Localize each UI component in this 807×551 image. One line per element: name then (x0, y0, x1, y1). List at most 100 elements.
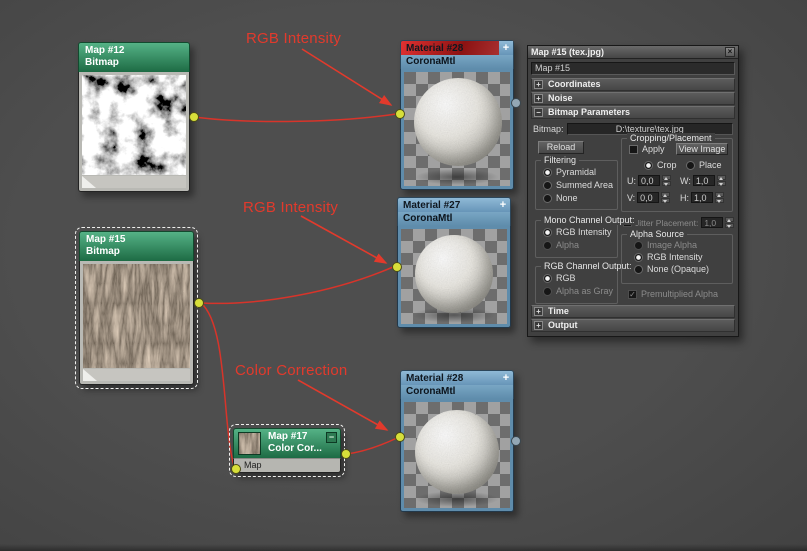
material28-bottom-input-socket[interactable] (395, 432, 405, 442)
panel-titlebar[interactable]: Map #15 (tex.jpg) × (528, 46, 738, 59)
spin-up-icon[interactable] (662, 175, 671, 180)
node-material27-header[interactable]: Material #27 + (397, 197, 511, 212)
mono-rgb-intensity-label: RGB Intensity (556, 227, 612, 237)
rollout-coordinates[interactable]: + Coordinates (531, 78, 735, 91)
radio-icon[interactable] (543, 228, 552, 237)
node-material27[interactable]: Material #27 + CoronaMtl (397, 197, 511, 328)
alpha-as-gray-label: Alpha as Gray (556, 286, 613, 296)
checkbox-icon[interactable] (629, 145, 638, 154)
wire-map15-to-map17[interactable] (201, 303, 234, 466)
wire-map12-to-material28-top[interactable] (194, 114, 396, 122)
none-filter-radio[interactable]: None (543, 193, 578, 203)
material28-top-input-socket[interactable] (395, 109, 405, 119)
jitter-value[interactable]: 1,0 (701, 217, 723, 228)
material28-top-output-socket[interactable] (511, 98, 521, 108)
mono-alpha-radio[interactable]: Alpha (543, 240, 579, 250)
reload-button[interactable]: Reload (538, 141, 584, 154)
radio-icon[interactable] (543, 181, 552, 190)
expand-button[interactable]: + (496, 198, 510, 212)
rollout-noise[interactable]: + Noise (531, 92, 735, 105)
spin-down-icon[interactable] (661, 198, 670, 203)
rollout-bitmap-parameters[interactable]: − Bitmap Parameters (531, 106, 735, 119)
v-spinner[interactable]: V: 0,0 (627, 192, 670, 203)
u-value[interactable]: 0,0 (638, 175, 660, 186)
mono-rgb-intensity-radio[interactable]: RGB Intensity (543, 227, 612, 237)
node-map15-header[interactable]: Map #15 Bitmap (79, 231, 194, 261)
map-name-field[interactable]: Map #15 (531, 62, 735, 75)
expand-button[interactable]: + (499, 371, 513, 385)
map15-output-socket[interactable] (194, 298, 204, 308)
expand-button[interactable]: + (499, 41, 513, 55)
material27-input-socket[interactable] (392, 262, 402, 272)
node-map12-preview (78, 72, 190, 192)
u-spinner[interactable]: U: 0,0 (627, 175, 671, 186)
node-map17[interactable]: Map #17 Color Cor... − Map (233, 428, 341, 473)
w-spinner[interactable]: W: 1,0 (680, 175, 726, 186)
close-icon[interactable]: × (725, 47, 735, 57)
spin-down-icon[interactable] (715, 198, 724, 203)
map17-output-socket[interactable] (341, 449, 351, 459)
material28-bottom-output-socket[interactable] (511, 436, 521, 446)
node-material28-bottom-header[interactable]: Material #28 + (400, 370, 514, 385)
w-value[interactable]: 1,0 (693, 175, 715, 186)
map-input-slot[interactable]: Map (233, 458, 341, 473)
color-correction-thumbnail (238, 432, 261, 455)
radio-icon[interactable] (686, 161, 695, 170)
spin-up-icon[interactable] (717, 175, 726, 180)
rollout-time[interactable]: + Time (531, 305, 735, 318)
none-opaque-radio[interactable]: None (Opaque) (634, 264, 709, 274)
expand-icon[interactable]: + (534, 94, 543, 103)
wire-map17-to-material28-bottom[interactable] (346, 438, 397, 454)
rgb-radio[interactable]: RGB (543, 273, 576, 283)
node-subtitle: CoronaMtl (400, 55, 514, 69)
radio-icon[interactable] (634, 253, 643, 262)
v-value[interactable]: 0,0 (637, 192, 659, 203)
node-material28-top[interactable]: Material #28 + CoronaMtl (400, 40, 514, 190)
node-map12-header[interactable]: Map #12 Bitmap (78, 42, 190, 72)
node-material28-top-header[interactable]: Material #28 + (400, 40, 514, 55)
rollout-label: Time (548, 306, 569, 316)
pyramidal-radio[interactable]: Pyramidal (543, 167, 596, 177)
radio-icon[interactable] (634, 265, 643, 274)
node-material28-bottom[interactable]: Material #28 + CoronaMtl (400, 370, 514, 512)
rollout-output[interactable]: + Output (531, 319, 735, 332)
spin-down-icon[interactable] (717, 181, 726, 186)
radio-icon[interactable] (644, 161, 653, 170)
radio-icon[interactable] (543, 241, 552, 250)
spin-down-icon[interactable] (662, 181, 671, 186)
crop-radio[interactable]: Crop (644, 160, 677, 170)
expand-icon[interactable]: + (534, 307, 543, 316)
h-spinner[interactable]: H: 1,0 (680, 192, 724, 203)
view-image-button[interactable]: View Image (676, 143, 728, 155)
spin-down-icon[interactable] (725, 223, 734, 228)
map17-map-input-socket[interactable] (231, 464, 241, 474)
slate-material-editor-canvas[interactable]: Map #12 Bitmap Map #15 Bitmap (0, 0, 807, 551)
map15-parameter-panel[interactable]: Map #15 (tex.jpg) × Map #15 + Coordinate… (527, 45, 739, 337)
summed-area-radio[interactable]: Summed Area (543, 180, 613, 190)
h-value[interactable]: 1,0 (691, 192, 713, 203)
node-map17-header[interactable]: Map #17 Color Cor... − (233, 428, 341, 458)
image-alpha-radio[interactable]: Image Alpha (634, 240, 697, 250)
jitter-spinner[interactable]: 1,0 (701, 217, 734, 228)
spin-up-icon[interactable] (661, 192, 670, 197)
radio-icon[interactable] (634, 241, 643, 250)
radio-icon[interactable] (543, 168, 552, 177)
spin-up-icon[interactable] (725, 217, 734, 222)
place-radio[interactable]: Place (686, 160, 722, 170)
apply-checkbox[interactable]: Apply (629, 144, 665, 154)
collapse-icon[interactable]: − (534, 108, 543, 117)
alpha-as-gray-radio[interactable]: Alpha as Gray (543, 286, 613, 296)
node-map12[interactable]: Map #12 Bitmap (78, 42, 190, 192)
radio-icon[interactable] (543, 287, 552, 296)
spin-up-icon[interactable] (715, 192, 724, 197)
alpha-rgb-intensity-radio[interactable]: RGB Intensity (634, 252, 703, 262)
radio-icon[interactable] (543, 194, 552, 203)
expand-icon[interactable]: + (534, 321, 543, 330)
collapse-button[interactable]: − (326, 432, 337, 443)
map12-output-socket[interactable] (189, 112, 199, 122)
node-map15[interactable]: Map #15 Bitmap (79, 231, 194, 385)
expand-icon[interactable]: + (534, 80, 543, 89)
wire-map15-to-material27[interactable] (201, 267, 393, 303)
checkbox-icon[interactable] (628, 290, 637, 299)
radio-icon[interactable] (543, 274, 552, 283)
